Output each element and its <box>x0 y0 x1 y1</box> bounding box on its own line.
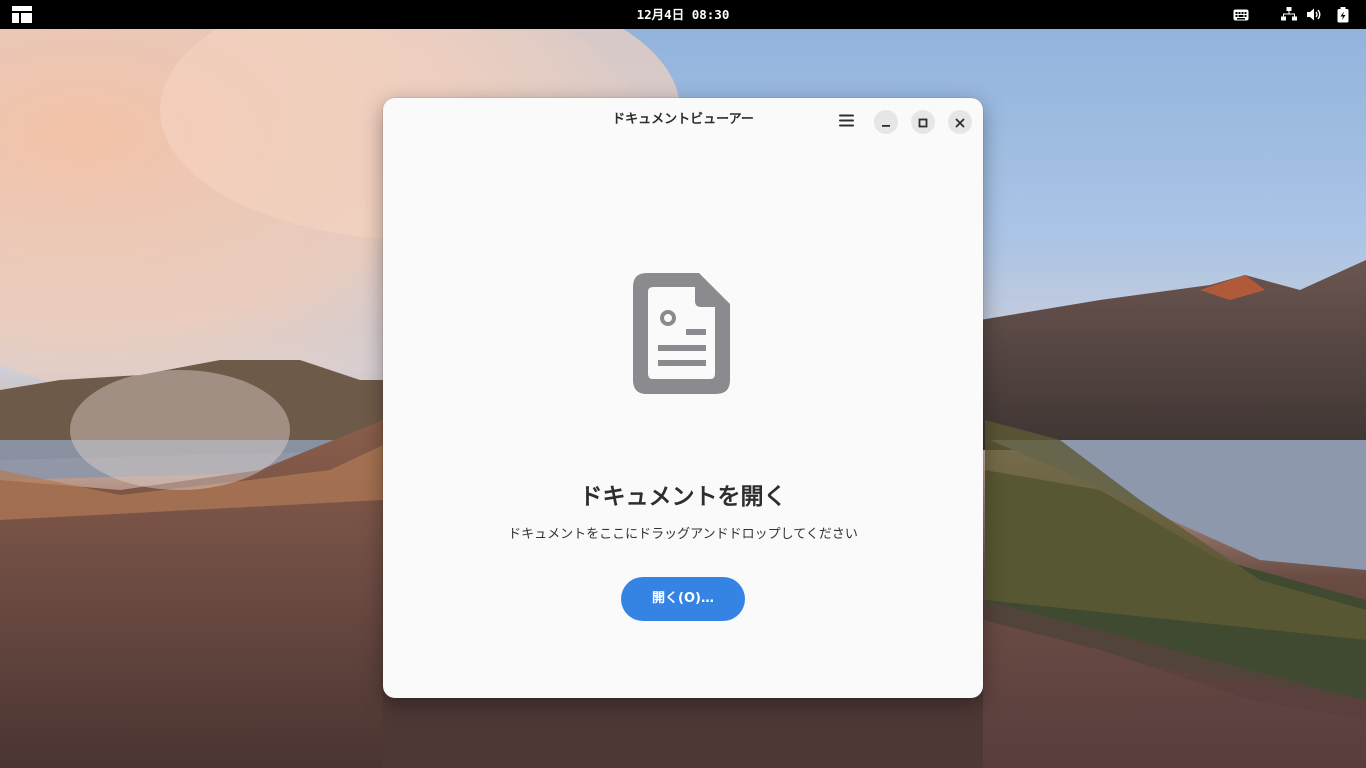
network-icon[interactable] <box>1281 7 1297 22</box>
minimize-icon <box>881 113 891 132</box>
open-button[interactable]: 開く(O)… <box>621 577 745 621</box>
header-bar[interactable]: ドキュメントビューアー <box>383 98 983 144</box>
clock[interactable]: 12月4日 08:30 <box>0 0 1366 29</box>
activities-icon[interactable] <box>12 6 32 23</box>
status-page: ドキュメントを開く ドキュメントをここにドラッグアンドドロップしてください 開く… <box>383 144 983 698</box>
menu-icon <box>838 112 854 131</box>
document-viewer-window: ドキュメントビューアー ドキュメントを開く ドキュメントをここにドラッグアンドド… <box>383 98 983 698</box>
main-menu-button[interactable] <box>833 108 859 134</box>
maximize-button[interactable] <box>911 110 935 134</box>
minimize-button[interactable] <box>874 110 898 134</box>
maximize-icon <box>918 113 928 132</box>
volume-icon[interactable] <box>1306 7 1322 22</box>
battery-icon[interactable] <box>1336 7 1350 23</box>
top-bar: 12月4日 08:30 <box>0 0 1366 29</box>
close-button[interactable] <box>948 110 972 134</box>
status-description: ドキュメントをここにドラッグアンドドロップしてください <box>508 527 858 542</box>
status-title: ドキュメントを開く <box>579 484 787 510</box>
close-icon <box>955 113 965 132</box>
keyboard-icon[interactable] <box>1233 7 1249 22</box>
document-icon <box>633 273 730 394</box>
